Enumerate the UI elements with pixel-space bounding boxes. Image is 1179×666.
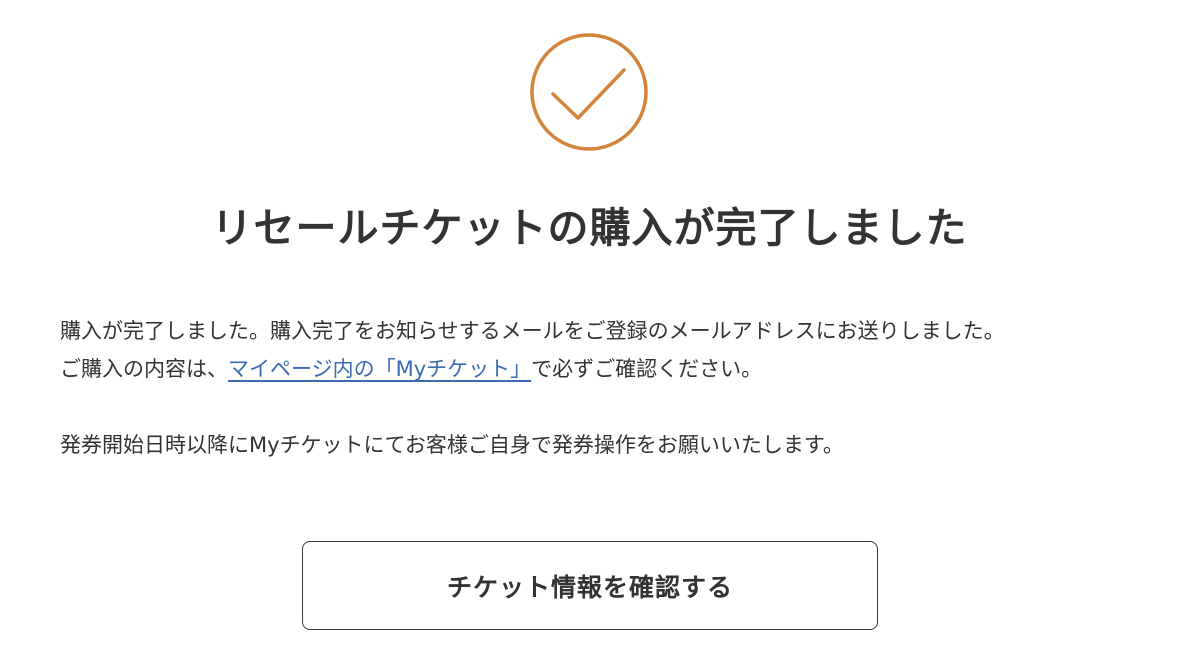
confirm-suffix: で必ずご確認ください。 (531, 357, 763, 381)
check-circle-icon (530, 33, 648, 151)
completion-message: 購入が完了しました。購入完了をお知らせするメールをご登録のメールアドレスにお送り… (60, 319, 1005, 343)
view-ticket-info-button[interactable]: チケット情報を確認する (302, 541, 878, 630)
page-title: リセールチケットの購入が完了しました (211, 204, 968, 252)
ticketing-instruction: 発券開始日時以降にMyチケットにてお客様ご自身で発券操作をお願いいたします。 (60, 433, 844, 457)
my-ticket-link[interactable]: マイページ内の「Myチケット」 (228, 357, 531, 381)
message-body: 購入が完了しました。購入完了をお知らせするメールをご登録のメールアドレスにお送り… (60, 312, 1120, 464)
confirm-instruction: ご購入の内容は、マイページ内の「Myチケット」で必ずご確認ください。 (60, 350, 1120, 388)
confirm-prefix: ご購入の内容は、 (60, 357, 228, 381)
